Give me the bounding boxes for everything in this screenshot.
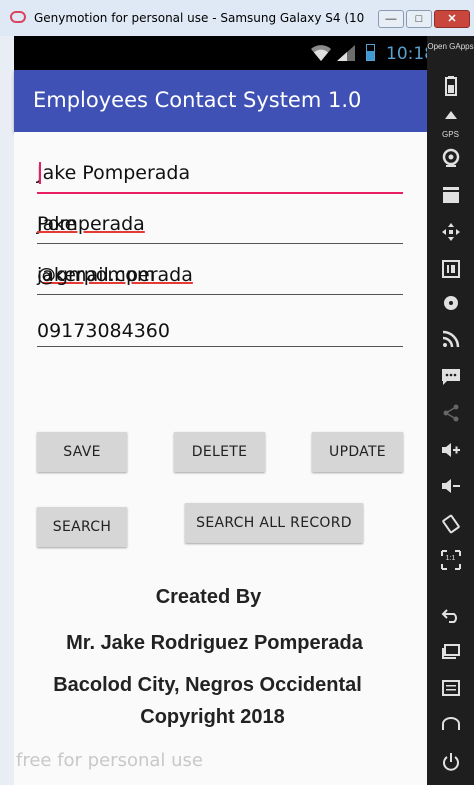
- search-button[interactable]: SEARCH: [37, 507, 127, 547]
- pixel-perfect-icon[interactable]: 1:1: [427, 550, 474, 575]
- battery-icon: [366, 44, 375, 61]
- text-cursor: [39, 162, 41, 184]
- identifier-icon[interactable]: [427, 260, 474, 283]
- emulator-toolbar: Open GApps GPS 1:1: [427, 36, 474, 785]
- maximize-button[interactable]: □: [406, 10, 432, 28]
- recent-apps-icon[interactable]: [427, 644, 474, 665]
- email-domain: @gmail.com: [37, 264, 156, 286]
- update-button[interactable]: UPDATE: [312, 432, 403, 472]
- gps-label: GPS: [442, 130, 459, 139]
- app-title: Employees Contact System 1.0: [33, 88, 362, 112]
- share-icon[interactable]: [427, 404, 474, 427]
- home-icon[interactable]: [427, 716, 474, 736]
- volume-down-icon[interactable]: [427, 478, 474, 499]
- volume-up-icon[interactable]: [427, 442, 474, 463]
- rss-icon[interactable]: [427, 330, 474, 353]
- window-frame-left: [0, 36, 14, 785]
- sms-icon[interactable]: [427, 368, 474, 391]
- app-bar: Employees Contact System 1.0: [14, 70, 427, 132]
- signal-icon: [337, 45, 355, 61]
- battery-icon[interactable]: [427, 76, 474, 101]
- media-disk-icon[interactable]: [427, 294, 474, 317]
- credit-copyright: Copyright 2018: [140, 706, 285, 728]
- phone-field[interactable]: 09173084360: [37, 316, 403, 347]
- menu-icon[interactable]: [427, 680, 474, 701]
- minimize-button[interactable]: —: [378, 10, 404, 28]
- android-status-bar: 10:18: [14, 36, 435, 70]
- open-gapps-icon[interactable]: Open GApps: [427, 42, 474, 51]
- watermark: free for personal use: [16, 750, 203, 771]
- search-all-record-button[interactable]: SEARCH ALL RECORD: [185, 503, 363, 543]
- back-icon[interactable]: [427, 608, 474, 629]
- full-name-field[interactable]: Jake Pomperada: [37, 213, 403, 244]
- name-field[interactable]: Jake Pomperada: [37, 162, 403, 194]
- camera-icon[interactable]: [427, 148, 474, 173]
- credit-created-by: Created By: [155, 586, 262, 608]
- full-name-last: Pomperada: [37, 213, 145, 235]
- delete-button[interactable]: DELETE: [174, 432, 265, 472]
- window-titlebar: Genymotion for personal use - Samsung Ga…: [0, 0, 474, 37]
- pixel-perfect-label: 1:1: [445, 555, 456, 562]
- video-capture-icon[interactable]: [427, 186, 474, 209]
- rotate-icon[interactable]: [427, 514, 474, 539]
- name-field-value: Jake Pomperada: [37, 162, 191, 184]
- power-icon[interactable]: [427, 752, 474, 777]
- phone-field-value: 09173084360: [37, 320, 170, 342]
- gps-icon[interactable]: GPS: [427, 110, 474, 139]
- credit-location: Bacolod City, Negros Occidental: [53, 674, 362, 696]
- genymotion-app-icon: [10, 11, 26, 23]
- credit-author: Mr. Jake Rodriguez Pomperada: [66, 632, 363, 654]
- window-title: Genymotion for personal use - Samsung Ga…: [34, 11, 364, 25]
- save-button[interactable]: SAVE: [37, 432, 127, 472]
- close-button[interactable]: ✕: [434, 10, 470, 28]
- dpad-icon[interactable]: [427, 222, 474, 247]
- email-field[interactable]: jakerpomperada @gmail.com: [37, 264, 403, 295]
- main-content: Jake Pomperada Jake Pomperada jakerpompe…: [14, 132, 427, 785]
- wifi-icon: [311, 45, 331, 61]
